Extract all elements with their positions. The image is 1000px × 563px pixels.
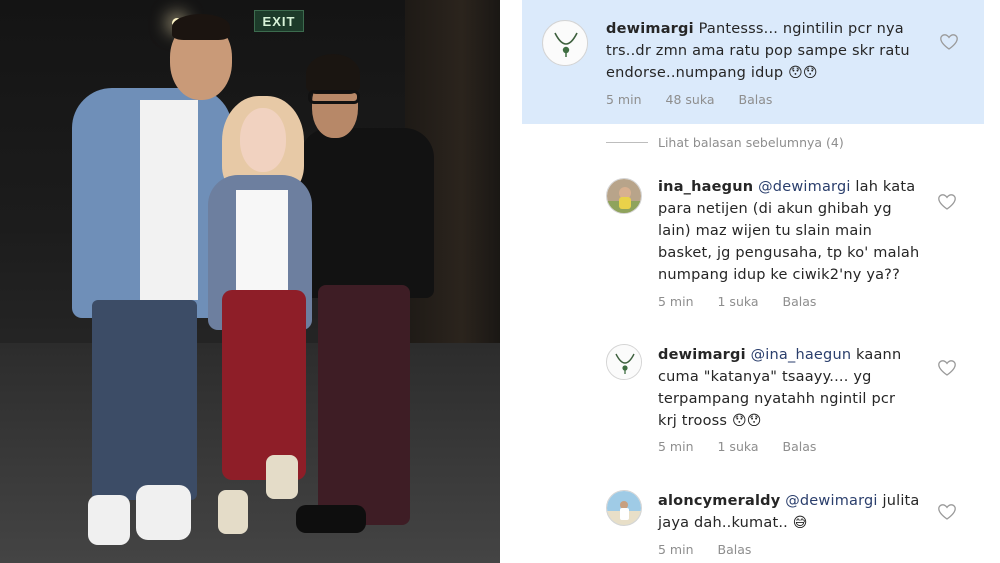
comment-time: 5 min bbox=[658, 294, 694, 309]
comment-text: endorse..numpang idup bbox=[606, 65, 784, 81]
comment-likes[interactable]: 1 suka bbox=[718, 439, 759, 454]
comment-item: aloncymeraldy @dewimargi julita jaya dah… bbox=[522, 482, 984, 563]
comment-text: numpang idup ke ciwik2'ny ya?? bbox=[658, 267, 900, 283]
comment-body: ina_haegun @dewimargi lah kata para neti… bbox=[658, 176, 958, 286]
comment-likes[interactable]: 48 suka bbox=[666, 92, 715, 107]
comment-text: lain) maz wijen tu slain main bbox=[658, 223, 873, 239]
heart-icon[interactable] bbox=[938, 360, 956, 376]
person-right-shoe bbox=[296, 505, 366, 533]
comment-username[interactable]: dewimargi bbox=[606, 21, 694, 37]
post-photo: EXIT bbox=[0, 0, 500, 563]
comment-username[interactable]: aloncymeraldy bbox=[658, 493, 780, 509]
comment-text: para netijen (di akun ghibah yg bbox=[658, 201, 892, 217]
reply-button[interactable]: Balas bbox=[718, 542, 752, 557]
view-replies-label: Lihat balasan sebelumnya (4) bbox=[658, 135, 844, 150]
comment-text: lah kata bbox=[855, 179, 916, 195]
comment-meta: 5 min 1 suka Balas bbox=[658, 294, 840, 309]
person-middle-face bbox=[240, 108, 286, 172]
surprised-emoji: 😯😯 bbox=[788, 65, 818, 81]
comment-body: dewimargi @ina_haegun kaann cuma "katany… bbox=[658, 344, 958, 432]
comment-mention[interactable]: @dewimargi bbox=[785, 493, 877, 509]
comment-meta: 5 min 1 suka Balas bbox=[658, 439, 840, 454]
person-right-glasses bbox=[308, 90, 360, 104]
heart-icon[interactable] bbox=[938, 194, 956, 210]
reply-button[interactable]: Balas bbox=[783, 294, 817, 309]
person-middle-pants bbox=[222, 290, 306, 480]
comment-username[interactable]: ina_haegun bbox=[658, 179, 753, 195]
replies-divider bbox=[606, 142, 648, 143]
comment-text: terpampang nyatahh ngintil pcr bbox=[658, 391, 896, 407]
reply-button[interactable]: Balas bbox=[783, 439, 817, 454]
child-photo-avatar-icon[interactable] bbox=[606, 178, 642, 214]
comment-item: dewimargi @ina_haegun kaann cuma "katany… bbox=[522, 336, 984, 466]
person-left-jeans bbox=[92, 300, 197, 500]
comment-text: julita bbox=[882, 493, 920, 509]
comment-time: 5 min bbox=[606, 92, 642, 107]
comment-item: ina_haegun @dewimargi lah kata para neti… bbox=[522, 170, 984, 320]
comment-mention[interactable]: @ina_haegun bbox=[751, 347, 852, 363]
comment-time: 5 min bbox=[658, 542, 694, 557]
comment-username[interactable]: dewimargi bbox=[658, 347, 746, 363]
exit-sign: EXIT bbox=[254, 10, 304, 32]
comment-text: trs..dr zmn ama ratu pop sampe skr ratu bbox=[606, 43, 910, 59]
comment-text: krj trooss bbox=[658, 413, 728, 429]
comment-body: aloncymeraldy @dewimargi julita jaya dah… bbox=[658, 490, 958, 534]
reply-button[interactable]: Balas bbox=[739, 92, 773, 107]
comment-item: dewimargi Pantesss... ngintilin pcr nya … bbox=[522, 0, 984, 124]
sweat-smile-emoji: 😅 bbox=[792, 515, 808, 531]
heart-icon[interactable] bbox=[938, 504, 956, 520]
person-middle-shoe bbox=[218, 490, 248, 534]
heart-icon[interactable] bbox=[940, 34, 958, 50]
person-right-shirt bbox=[300, 128, 434, 298]
comment-meta: 5 min 48 suka Balas bbox=[606, 92, 796, 107]
necklace-avatar-icon[interactable] bbox=[542, 20, 588, 66]
view-previous-replies-button[interactable]: Lihat balasan sebelumnya (4) bbox=[606, 135, 844, 150]
comment-text: kaann bbox=[856, 347, 902, 363]
beach-photo-avatar-icon[interactable] bbox=[606, 490, 642, 526]
person-left-shoe bbox=[88, 495, 130, 545]
comment-text: cuma "katanya" tsaayy.... yg bbox=[658, 369, 872, 385]
person-left-shirt bbox=[140, 100, 198, 300]
person-right-trousers bbox=[318, 285, 410, 525]
comment-text: basket, jg pengusaha, tp ko' malah bbox=[658, 245, 920, 261]
comment-time: 5 min bbox=[658, 439, 694, 454]
necklace-avatar-icon[interactable] bbox=[606, 344, 642, 380]
comment-meta: 5 min Balas bbox=[658, 542, 775, 557]
comments-panel: dewimargi Pantesss... ngintilin pcr nya … bbox=[522, 0, 984, 563]
person-middle-shoe bbox=[266, 455, 298, 499]
comment-text: Pantesss... ngintilin pcr nya bbox=[698, 21, 904, 37]
comment-mention[interactable]: @dewimargi bbox=[758, 179, 850, 195]
comment-likes[interactable]: 1 suka bbox=[718, 294, 759, 309]
person-left-shoe bbox=[136, 485, 191, 540]
person-middle-top bbox=[236, 190, 288, 290]
surprised-emoji: 😯😯 bbox=[732, 413, 762, 429]
comment-text: jaya dah..kumat.. bbox=[658, 515, 788, 531]
person-right-hair bbox=[306, 54, 360, 94]
comment-body: dewimargi Pantesss... ngintilin pcr nya … bbox=[606, 18, 946, 84]
person-left-hair bbox=[172, 14, 230, 40]
